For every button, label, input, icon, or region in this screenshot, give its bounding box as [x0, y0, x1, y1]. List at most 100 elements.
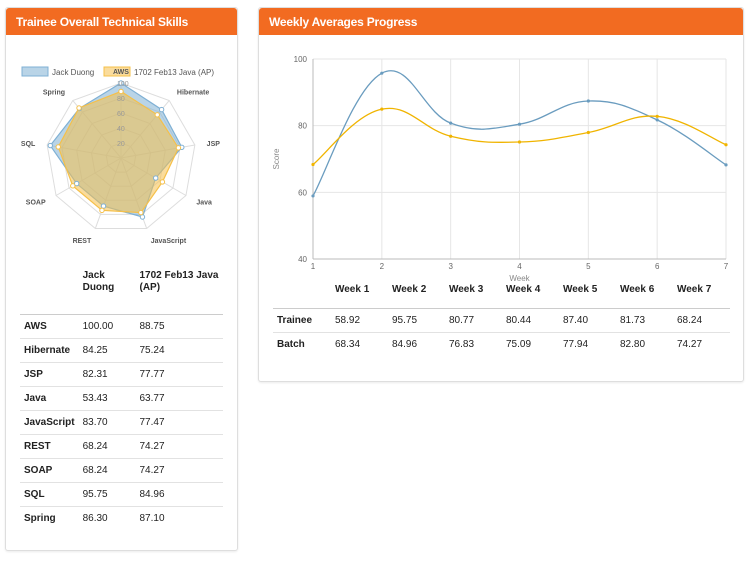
weekly-table-header-blank — [273, 284, 331, 309]
skills-table-cell: 63.77 — [135, 386, 223, 411]
weekly-table-cell: 80.77 — [444, 308, 502, 333]
series-point — [311, 194, 315, 198]
skills-table-cell: 74.27 — [135, 458, 223, 483]
weekly-table-cell: 95.75 — [387, 308, 445, 333]
series-point — [380, 107, 384, 111]
line-chart: 100 80 60 40 1 2 3 4 5 6 7 Week Score — [272, 55, 729, 283]
weekly-averages-panel: Weekly Averages Progress 100 80 60 40 1 2 3 4 5 6… — [258, 7, 744, 382]
weekly-table-header-cell: Week 5 — [558, 284, 616, 309]
weekly-table-header-cell: Week 1 — [330, 284, 388, 309]
skills-table-cell: 82.31 — [78, 362, 136, 387]
weekly-table-cell: 77.94 — [562, 338, 589, 350]
skills-table-row: Hibernate 84.25 75.24 — [20, 338, 223, 363]
skills-table-cell: 68.24 — [78, 458, 136, 483]
skills-table-row: JavaScript 83.70 77.47 — [20, 410, 223, 435]
radar-chart: Jack Duong 1702 Feb13 Java (AP) 20 40 60 80 10… — [21, 66, 220, 245]
weekly-table-cell: 80.44 — [501, 308, 559, 333]
skills-table-row: JSP 82.31 77.77 — [20, 362, 223, 387]
skills-table-header-cell: Jack Duong — [78, 264, 136, 315]
skills-table-cell: 77.77 — [135, 362, 223, 387]
series-point — [449, 121, 453, 125]
skills-table-row: SQL 95.75 84.96 — [20, 482, 223, 507]
weekly-table-cell: 76.83 — [448, 338, 475, 350]
weekly-table-row: Batch 68.34 84.96 76.83 75.09 77.94 82.80 74.27 — [273, 332, 730, 356]
weekly-table-cell: 68.24 — [672, 308, 730, 333]
radar-point — [175, 145, 182, 151]
x-axis-title: Week — [509, 274, 530, 283]
weekly-table-header-cell: Week 7 — [672, 284, 730, 309]
skills-table-cell: 53.43 — [78, 386, 136, 411]
radar-point — [154, 112, 160, 118]
weekly-table-row: Trainee 58.92 95.75 80.77 80.44 87.40 81.73 68.… — [273, 308, 730, 333]
skills-table-row-label: Hibernate — [20, 338, 79, 363]
weekly-table-header-cell: Week 4 — [501, 284, 559, 309]
radar-category-label: Java — [196, 200, 212, 207]
series-point — [724, 163, 728, 167]
radar-category-label: AWS — [113, 69, 129, 76]
y-tick-label: 40 — [298, 255, 307, 264]
skills-table-body: AWS 100.00 88.75 Hibernate 84.25 75.24 JSP 82.3… — [20, 314, 223, 530]
y-tick-label: 60 — [298, 188, 307, 197]
skills-table-row-label: SOAP — [20, 458, 79, 483]
series-point — [724, 143, 728, 147]
series-point — [586, 130, 590, 135]
legend-label: Jack Duong — [52, 68, 94, 77]
radar-point — [159, 179, 166, 185]
weekly-table-cell: 68.34 — [334, 338, 361, 350]
x-tick-label: 1 — [311, 262, 316, 271]
radar-category-label: Hibernate — [177, 89, 209, 96]
radar-point — [70, 183, 76, 189]
weekly-table-cell: 84.96 — [391, 338, 418, 350]
weekly-table-header-row: Week 1 Week 2 Week 3 Week 4 Week 5 Week 6 Week… — [273, 284, 730, 309]
weekly-table-header-cell: Week 3 — [444, 284, 502, 309]
radar-point — [153, 175, 159, 181]
radar-point — [100, 203, 107, 209]
skills-table-cell: 95.75 — [78, 482, 136, 507]
weekly-table-row-label: Trainee — [273, 308, 331, 333]
skills-table-cell: 100.00 — [78, 314, 136, 339]
skills-table-row-label: SQL — [20, 482, 79, 507]
radar-point — [139, 214, 146, 220]
skills-table-cell: 75.24 — [135, 338, 223, 363]
series-point — [517, 140, 522, 144]
radar-category-label: SOAP — [26, 200, 46, 207]
x-tick-label: 5 — [586, 262, 591, 271]
weekly-table-cell: 87.40 — [558, 308, 616, 333]
skills-table-cell: 84.96 — [135, 482, 223, 507]
radar-tick-label: 80 — [117, 96, 125, 103]
weekly-table: Week 1 Week 2 Week 3 Week 4 Week 5 Week 6 Week… — [273, 284, 730, 356]
weekly-table-cell: 75.09 — [505, 338, 532, 350]
series-point — [311, 162, 315, 167]
skills-table-cell: 77.47 — [135, 410, 223, 435]
radar-point — [118, 88, 124, 95]
series-point — [517, 122, 522, 126]
radar-point — [76, 105, 82, 111]
series-point — [586, 99, 590, 103]
skills-table-row: Spring 86.30 87.10 — [20, 506, 223, 530]
x-tick-label: 7 — [724, 262, 729, 271]
series-point — [655, 114, 659, 118]
x-tick-label: 2 — [380, 262, 385, 271]
weekly-table-header-cell: Week 2 — [387, 284, 445, 309]
radar-tick-label: 40 — [117, 126, 125, 133]
skills-table-row-label: AWS — [20, 314, 79, 339]
technical-skills-panel-title: Trainee Overall Technical Skills — [6, 8, 237, 35]
weekly-table-body: Trainee 58.92 95.75 80.77 80.44 87.40 81.73 68.… — [273, 308, 730, 356]
weekly-table-cell: 82.80 — [619, 338, 646, 350]
skills-table-row-label: REST — [20, 434, 79, 459]
skills-table-cell: 84.25 — [78, 338, 136, 363]
radar-point — [47, 142, 53, 149]
x-tick-label: 6 — [655, 262, 660, 271]
radar-point — [55, 144, 61, 150]
radar-category-label: JavaScript — [151, 238, 187, 245]
weekly-table-cell: 81.73 — [615, 308, 673, 333]
skills-table-cell: 88.75 — [135, 314, 223, 339]
radar-category-label: Spring — [43, 89, 65, 96]
skills-table-cell: 74.27 — [135, 434, 223, 459]
skills-table-cell: 86.30 — [82, 512, 108, 524]
skills-table-row-label: JavaScript — [20, 410, 79, 435]
series-point — [449, 134, 453, 138]
x-tick-label: 4 — [517, 262, 522, 271]
skills-table: Jack Duong 1702 Feb13 Java (AP) AWS 100.00… — [20, 264, 223, 530]
y-tick-label: 100 — [294, 55, 308, 64]
